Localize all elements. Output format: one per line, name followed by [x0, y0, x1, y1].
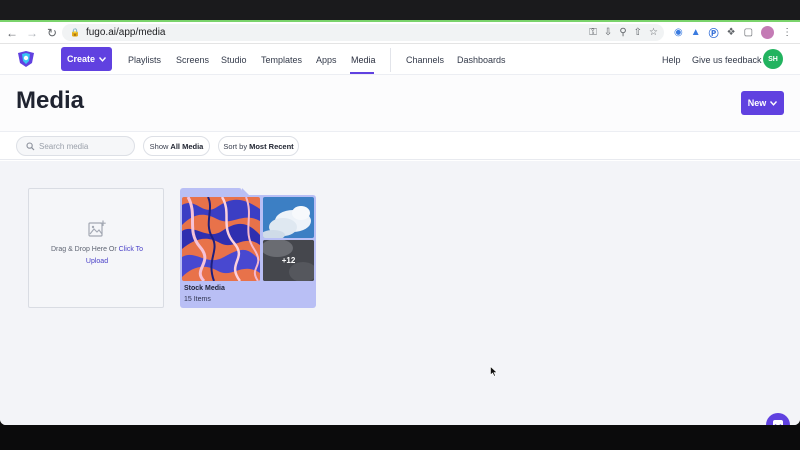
nav-screens[interactable]: Screens — [176, 45, 209, 75]
browser-window: ← → ↻ 🔒 fugo.ai/app/media ⚿ ⇩ ⚲ ⇧ ☆ ◉ ▲ … — [0, 22, 800, 425]
sort-value: Most Recent — [249, 141, 294, 151]
folder-body: +12 Stock Media 15 Items — [180, 195, 316, 308]
back-icon[interactable]: ← — [4, 25, 20, 41]
profile-avatar[interactable] — [761, 26, 775, 39]
reload-icon[interactable]: ↻ — [44, 25, 60, 41]
key-icon[interactable]: ⚿ — [589, 27, 597, 38]
fugo-logo-icon[interactable] — [16, 49, 36, 69]
puzzle-icon[interactable]: ❖ — [727, 27, 736, 38]
folder-name: Stock Media — [184, 285, 225, 292]
nav-playlists[interactable]: Playlists — [128, 45, 161, 75]
address-bar[interactable]: 🔒 fugo.ai/app/media ⚿ ⇩ ⚲ ⇧ ☆ — [62, 24, 664, 41]
nav-divider — [390, 48, 391, 72]
click-to-upload-link[interactable]: Click To — [119, 246, 143, 253]
more-menu-icon[interactable]: ⋮ — [782, 27, 792, 38]
show-filter-prefix: Show — [149, 141, 169, 151]
lock-icon: 🔒 — [70, 28, 80, 37]
os-bottom-strip — [0, 425, 800, 450]
folder-stock-media[interactable]: +12 Stock Media 15 Items — [180, 188, 316, 308]
nav-templates[interactable]: Templates — [261, 45, 302, 75]
chat-support-button[interactable] — [766, 413, 790, 425]
show-filter-dropdown[interactable]: Show All Media — [143, 136, 210, 156]
browser-toolbar: ← → ↻ 🔒 fugo.ai/app/media ⚿ ⇩ ⚲ ⇧ ☆ ◉ ▲ … — [0, 22, 800, 44]
user-avatar[interactable]: SH — [763, 49, 783, 69]
upload-dropzone[interactable]: Drag & Drop Here Or Click To Upload — [28, 188, 164, 308]
screen: ← → ↻ 🔒 fugo.ai/app/media ⚿ ⇩ ⚲ ⇧ ☆ ◉ ▲ … — [0, 0, 800, 450]
zoom-icon[interactable]: ⚲ — [619, 27, 626, 38]
more-items-thumbnail: +12 — [263, 240, 314, 281]
feedback-link[interactable]: Give us feedback — [692, 45, 762, 75]
more-count: +12 — [281, 256, 296, 265]
url-text: fugo.ai/app/media — [85, 27, 166, 38]
upload-text: Drag & Drop Here Or — [50, 246, 117, 253]
extension-z-icon[interactable]: Ⓟ — [709, 25, 719, 40]
chevron-down-icon — [99, 56, 106, 62]
page-title-section: Media New — [0, 75, 800, 132]
sort-prefix: Sort by — [223, 141, 248, 151]
nav-dashboards[interactable]: Dashboards — [457, 45, 506, 75]
search-placeholder: Search media — [39, 141, 89, 151]
nav-channels[interactable]: Channels — [406, 45, 444, 75]
new-button[interactable]: New — [741, 91, 784, 115]
os-top-strip — [0, 0, 800, 22]
nav-apps[interactable]: Apps — [316, 45, 337, 75]
image-plus-icon — [88, 220, 106, 237]
star-icon[interactable]: ☆ — [649, 27, 658, 38]
extension-tool-icon[interactable]: ▲ — [691, 27, 701, 38]
nav-media[interactable]: Media — [351, 45, 376, 75]
filter-bar: Search media Show All Media Sort by Most R… — [0, 132, 800, 160]
active-nav-indicator — [350, 72, 374, 74]
extension-globe-icon[interactable]: ◉ — [674, 27, 683, 38]
app-header: Create Playlists Screens Studio Template… — [0, 45, 800, 75]
share-icon[interactable]: ⇧ — [634, 27, 642, 38]
create-button-label: Create — [66, 54, 95, 64]
help-link[interactable]: Help — [662, 45, 681, 75]
marble-thumbnail — [182, 197, 260, 281]
search-input[interactable]: Search media — [16, 136, 135, 156]
sky-thumbnail — [263, 197, 314, 238]
chevron-down-icon — [770, 100, 778, 106]
page-title: Media — [16, 87, 85, 114]
upload-link-line2[interactable]: Upload — [86, 258, 108, 265]
new-button-label: New — [747, 98, 767, 108]
search-icon — [26, 141, 35, 150]
install-icon[interactable]: ⇩ — [604, 27, 612, 38]
create-button[interactable]: Create — [61, 47, 112, 71]
folder-item-count: 15 Items — [184, 296, 211, 303]
mouse-cursor-icon — [490, 366, 498, 377]
upload-instructions: Drag & Drop Here Or Click To Upload — [39, 244, 155, 268]
sort-dropdown[interactable]: Sort by Most Recent — [218, 136, 299, 156]
sidepanel-icon[interactable]: ▢ — [744, 27, 753, 38]
media-grid: Drag & Drop Here Or Click To Upload +12 … — [0, 161, 800, 425]
forward-icon[interactable]: → — [24, 25, 40, 41]
nav-studio[interactable]: Studio — [221, 45, 247, 75]
show-filter-value: All Media — [170, 141, 204, 151]
